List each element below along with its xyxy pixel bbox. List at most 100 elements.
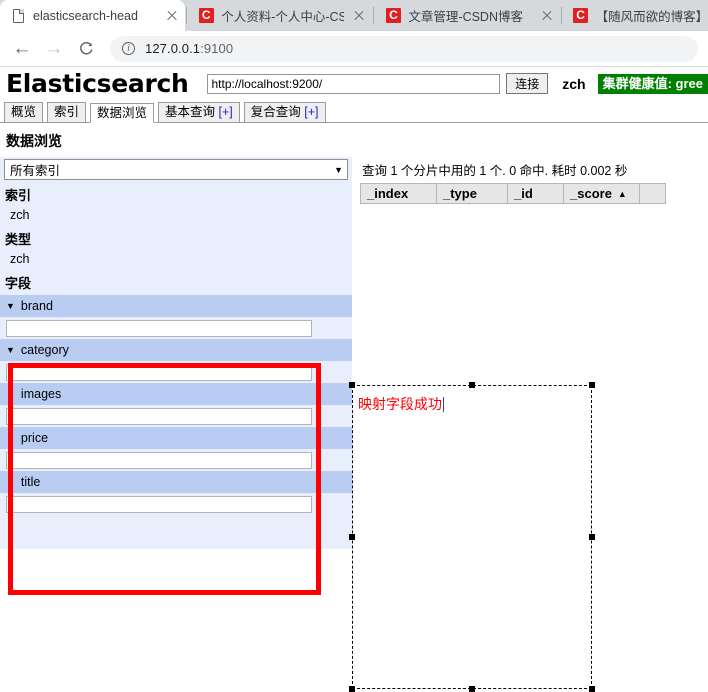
- results-table-header: _index _type _id _score ▲: [360, 183, 666, 204]
- sort-asc-icon: ▲: [617, 188, 627, 199]
- query-status-text: 查询 1 个分片中用的 1 个. 0 命中. 耗时 0.002 秒: [362, 164, 628, 178]
- section-label-fields: 字段: [5, 276, 32, 291]
- field-filter-input-category[interactable]: [6, 363, 312, 381]
- results-panel: 查询 1 个分片中用的 1 个. 0 命中. 耗时 0.002 秒 _index…: [352, 157, 708, 204]
- es-cluster-url-input[interactable]: [206, 73, 501, 94]
- browser-tab-2[interactable]: C 文章管理-CSDN博客: [375, 0, 560, 31]
- field-name: category: [20, 343, 69, 357]
- column-label: _id: [514, 186, 533, 201]
- resize-handle-e[interactable]: [589, 534, 595, 540]
- triangle-down-icon[interactable]: ▼: [6, 301, 15, 311]
- field-row-brand[interactable]: ▼ brand: [0, 295, 352, 317]
- section-label-index: 索引: [5, 188, 32, 203]
- column-label: _type: [443, 186, 477, 201]
- triangle-down-icon[interactable]: ▼: [6, 433, 15, 443]
- browser-tab-title: 个人资料-个人中心-CSD: [221, 10, 345, 24]
- tab-close-icon[interactable]: [352, 9, 366, 23]
- column-header-id[interactable]: _id: [508, 184, 564, 203]
- tab-label: 概览: [11, 105, 37, 119]
- type-item-zch[interactable]: zch: [0, 250, 352, 270]
- browser-tab-0[interactable]: elasticsearch-head: [0, 0, 186, 31]
- field-input-wrap: [0, 405, 352, 427]
- tab-label: 基本查询: [165, 105, 219, 119]
- column-label: _index: [367, 186, 409, 201]
- csdn-icon: C: [198, 8, 214, 24]
- browser-tab-title: elasticsearch-head: [33, 8, 138, 23]
- column-header-index[interactable]: _index: [361, 184, 437, 203]
- tab-composite-query[interactable]: 复合查询 [+]: [243, 102, 326, 122]
- es-logo: Elasticsearch: [6, 69, 189, 98]
- field-filter-input-price[interactable]: [6, 451, 312, 469]
- reload-icon[interactable]: [70, 33, 102, 65]
- tab-basic-query[interactable]: 基本查询 [+]: [158, 102, 240, 122]
- address-bar[interactable]: i 127.0.0.1:9100: [110, 35, 698, 62]
- browser-tab-3[interactable]: C 【随风而欲的博客】: [562, 0, 708, 31]
- field-row-title[interactable]: ▼ title: [0, 471, 352, 493]
- annotation-text-box[interactable]: [349, 382, 595, 692]
- section-label-type: 类型: [5, 232, 32, 247]
- column-header-score[interactable]: _score ▲: [564, 184, 640, 203]
- browser-window: elasticsearch-head C 个人资料-个人中心-CSD C 文章管…: [0, 0, 708, 692]
- browser-tab-1[interactable]: C 个人资料-个人中心-CSD: [188, 0, 373, 31]
- forward-icon[interactable]: →: [38, 33, 70, 65]
- document-icon: [10, 8, 26, 24]
- annotation-text[interactable]: 映射字段成功: [358, 394, 444, 414]
- tab-label: 数据浏览: [97, 106, 148, 120]
- column-header-type[interactable]: _type: [437, 184, 508, 203]
- cluster-name-label: zch: [562, 75, 586, 92]
- field-name: price: [20, 431, 49, 445]
- field-filter-input-brand[interactable]: [6, 319, 312, 337]
- resize-handle-n[interactable]: [469, 382, 475, 388]
- cluster-health-badge: 集群健康值: gree: [597, 73, 708, 94]
- tab-plus: [+]: [304, 105, 319, 119]
- resize-handle-s[interactable]: [469, 686, 475, 692]
- field-filter-input-title[interactable]: [6, 495, 312, 513]
- field-input-wrap: [0, 361, 352, 383]
- field-name: title: [20, 475, 41, 489]
- back-icon[interactable]: ←: [6, 33, 38, 65]
- csdn-icon: C: [573, 8, 589, 24]
- resize-handle-sw[interactable]: [349, 686, 355, 692]
- csdn-icon: C: [385, 8, 401, 24]
- field-row-images[interactable]: ▼ images: [0, 383, 352, 405]
- tab-overview[interactable]: 概览: [4, 102, 44, 122]
- tab-divider: [373, 7, 375, 24]
- browser-tab-title: 【随风而欲的博客】: [595, 10, 702, 24]
- tab-plus: [+]: [218, 105, 233, 119]
- connect-button[interactable]: 连接: [506, 73, 549, 94]
- triangle-down-icon[interactable]: ▼: [6, 477, 15, 487]
- field-list: ▼ brand ▼ category ▼ images ▼ price ▼ ti…: [0, 295, 352, 515]
- tab-data-browse[interactable]: 数据浏览: [90, 103, 155, 123]
- field-row-category[interactable]: ▼ category: [0, 339, 352, 361]
- info-icon[interactable]: i: [122, 42, 135, 55]
- chevron-down-icon: ▼: [334, 164, 343, 175]
- field-input-wrap: [0, 317, 352, 339]
- browser-toolbar: ← → i 127.0.0.1:9100: [0, 31, 708, 67]
- tab-divider: [560, 7, 562, 24]
- tab-label: 复合查询: [250, 105, 305, 119]
- field-filter-input-images[interactable]: [6, 407, 312, 425]
- index-browser-panel: 所有索引 ▼ 索引 zch 类型 zch 字段 ▼ brand ▼ catego…: [0, 157, 352, 549]
- page-title: 数据浏览: [0, 123, 708, 157]
- resize-handle-se[interactable]: [589, 686, 595, 692]
- tab-label: 索引: [54, 105, 80, 119]
- field-input-wrap: [0, 493, 352, 515]
- resize-handle-ne[interactable]: [589, 382, 595, 388]
- annotation-text-value: 映射字段成功: [358, 396, 442, 412]
- page-content: Elasticsearch 连接 zch 集群健康值: gree 概览 索引 数…: [0, 67, 708, 692]
- tab-close-icon[interactable]: [540, 9, 554, 23]
- tab-close-icon[interactable]: [165, 9, 179, 23]
- triangle-down-icon[interactable]: ▼: [6, 345, 15, 355]
- field-row-price[interactable]: ▼ price: [0, 427, 352, 449]
- triangle-down-icon[interactable]: ▼: [6, 389, 15, 399]
- resize-handle-w[interactable]: [349, 534, 355, 540]
- index-item-zch[interactable]: zch: [0, 206, 352, 226]
- column-label: _score: [570, 186, 612, 201]
- reload-glyph: [79, 41, 92, 55]
- resize-handle-nw[interactable]: [349, 382, 355, 388]
- index-select[interactable]: 所有索引 ▼: [4, 159, 348, 180]
- tab-indices[interactable]: 索引: [47, 102, 87, 122]
- column-header-spacer: [640, 184, 665, 203]
- field-input-wrap: [0, 449, 352, 471]
- es-header: Elasticsearch 连接 zch 集群健康值: gree: [0, 67, 708, 100]
